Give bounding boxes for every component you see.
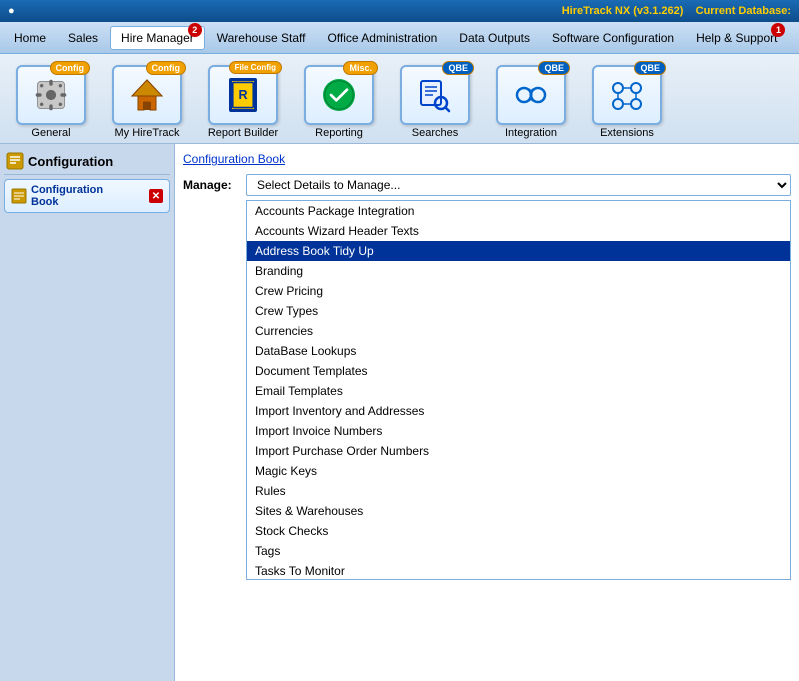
manage-label: Manage: [183,178,238,192]
sidebar-item-configuration-book[interactable]: ConfigurationBook ✕ [4,179,170,213]
report-builder-icon-wrap[interactable]: File Config R [208,65,278,125]
manage-row: Manage: Select Details to Manage... [183,174,791,196]
menu-item-data-outputs[interactable]: Data Outputs [449,27,540,49]
dropdown-item-branding[interactable]: Branding [247,261,790,281]
menu-item-hire-manager[interactable]: Hire Manager 2 [110,26,205,50]
report-builder-badge: File Config [229,61,282,74]
sidebar-item-label: ConfigurationBook [31,184,103,208]
dropdown-item-import-inventory[interactable]: Import Inventory and Addresses [247,401,790,421]
dropdown-item-sites-warehouses[interactable]: Sites & Warehouses [247,501,790,521]
my-hiretrack-badge: Config [146,61,187,75]
general-label: General [31,127,70,139]
report-builder-label: Report Builder [208,127,278,139]
help-support-badge: 1 [771,23,785,37]
reporting-icon-wrap[interactable]: Misc. [304,65,374,125]
extensions-badge: QBE [634,61,666,75]
integration-badge: QBE [538,61,570,75]
main-area: Configuration ConfigurationBook ✕ Config… [0,144,799,681]
extensions-icon-wrap[interactable]: QBE [592,65,662,125]
app-icon: ● [8,5,15,17]
search-icon [417,77,453,113]
reporting-badge: Misc. [343,61,378,75]
dropdown-item-accounts-wizard[interactable]: Accounts Wizard Header Texts [247,221,790,241]
extensions-label: Extensions [600,127,654,139]
svg-text:R: R [238,88,247,102]
menu-item-software-config[interactable]: Software Configuration [542,27,684,49]
reporting-label: Reporting [315,127,363,139]
dropdown-item-currencies[interactable]: Currencies [247,321,790,341]
dropdown-item-database-lookups[interactable]: DataBase Lookups [247,341,790,361]
extensions-button[interactable]: QBE Extensions [582,65,672,139]
dropdown-item-email-templates[interactable]: Email Templates [247,381,790,401]
dropdown-list[interactable]: Accounts Package Integration Accounts Wi… [246,200,791,580]
dropdown-item-address-book[interactable]: Address Book Tidy Up [247,241,790,261]
report-builder-button[interactable]: File Config R Report Builder [198,65,288,139]
searches-badge: QBE [442,61,474,75]
searches-label: Searches [412,127,458,139]
toolbar: Config General Config [0,54,799,144]
searches-button[interactable]: QBE Searches [390,65,480,139]
my-hiretrack-icon-wrap[interactable]: Config [112,65,182,125]
sidebar-header-text: Configuration [28,154,113,169]
dropdown-item-crew-types[interactable]: Crew Types [247,301,790,321]
dropdown-item-crew-pricing[interactable]: Crew Pricing [247,281,790,301]
dropdown-item-tags[interactable]: Tags [247,541,790,561]
dropdown-item-import-invoice[interactable]: Import Invoice Numbers [247,421,790,441]
menu-item-warehouse-staff[interactable]: Warehouse Staff [207,27,316,49]
app-name: HireTrack NX (v3.1.262) [562,5,684,17]
manage-select[interactable]: Select Details to Manage... [246,174,791,196]
sidebar-close-button[interactable]: ✕ [149,189,163,203]
title-bar-left: ● [8,5,15,17]
breadcrumb[interactable]: Configuration Book [183,152,791,166]
menu-item-home[interactable]: Home [4,27,56,49]
content-panel: Configuration Book Manage: Select Detail… [175,144,799,681]
general-badge: Config [50,61,91,75]
dropdown-item-rules[interactable]: Rules [247,481,790,501]
hire-manager-badge: 2 [188,23,202,37]
menu-bar: Home Sales Hire Manager 2 Warehouse Staf… [0,22,799,54]
menu-item-help-support[interactable]: Help & Support 1 [686,27,787,49]
app-title: HireTrack NX (v3.1.262) Current Database… [562,5,791,17]
configuration-icon [6,152,24,170]
integration-label: Integration [505,127,557,139]
report-icon: R [229,78,257,112]
dropdown-item-document-templates[interactable]: Document Templates [247,361,790,381]
dropdown-item-stock-checks[interactable]: Stock Checks [247,521,790,541]
my-hiretrack-button[interactable]: Config My HireTrack [102,65,192,139]
sidebar-header: Configuration [4,148,170,175]
sidebar: Configuration ConfigurationBook ✕ [0,144,175,681]
extensions-icon [608,76,646,114]
dropdown-item-magic-keys[interactable]: Magic Keys [247,461,790,481]
integration-icon-wrap[interactable]: QBE [496,65,566,125]
integration-icon [512,76,550,114]
book-icon [11,188,27,204]
house-icon [128,76,166,114]
menu-item-sales[interactable]: Sales [58,27,108,49]
my-hiretrack-label: My HireTrack [115,127,180,139]
title-bar: ● HireTrack NX (v3.1.262) Current Databa… [0,0,799,22]
searches-icon-wrap[interactable]: QBE [400,65,470,125]
reporting-button[interactable]: Misc. Reporting [294,65,384,139]
dropdown-item-import-purchase[interactable]: Import Purchase Order Numbers [247,441,790,461]
gear-icon [34,78,68,112]
dropdown-item-accounts-package[interactable]: Accounts Package Integration [247,201,790,221]
check-icon [323,79,355,111]
general-icon-wrap[interactable]: Config [16,65,86,125]
integration-button[interactable]: QBE Integration [486,65,576,139]
menu-item-office-admin[interactable]: Office Administration [317,27,447,49]
database-label: Current Database: [696,5,791,17]
dropdown-item-tasks-to-monitor[interactable]: Tasks To Monitor [247,561,790,580]
general-button[interactable]: Config General [6,65,96,139]
